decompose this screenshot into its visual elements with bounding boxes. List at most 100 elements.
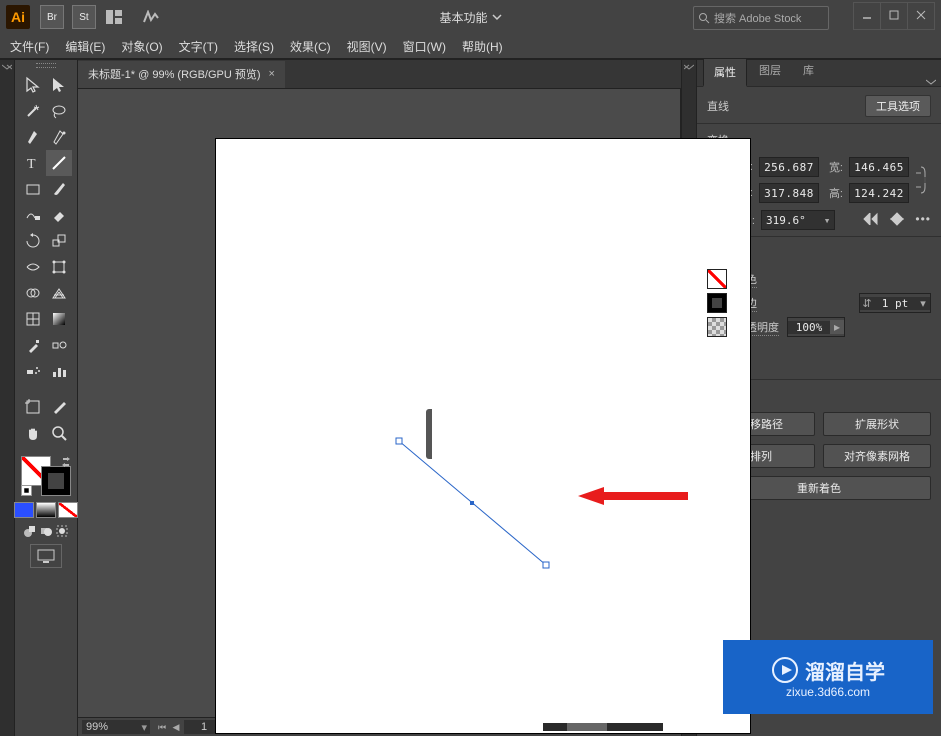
search-box[interactable]: 搜索 Adobe Stock xyxy=(693,6,829,30)
scale-tool[interactable] xyxy=(46,228,72,254)
curvature-tool[interactable] xyxy=(46,124,72,150)
chevron-down-icon[interactable]: ▾ xyxy=(820,214,834,227)
gradient-tool[interactable] xyxy=(46,306,72,332)
workspace-label: 基本功能 xyxy=(439,9,487,26)
stepper-icon[interactable]: ⇵ xyxy=(860,297,874,310)
opacity-field[interactable]: 100% ▸ xyxy=(787,317,845,337)
left-panel-collapse[interactable] xyxy=(0,60,14,736)
menu-window[interactable]: 窗口(W) xyxy=(403,38,446,55)
eyedropper-tool[interactable] xyxy=(20,332,46,358)
eraser-tool[interactable] xyxy=(46,202,72,228)
hand-tool[interactable] xyxy=(20,420,46,446)
menu-edit[interactable]: 编辑(E) xyxy=(65,38,105,55)
link-wh-icon[interactable] xyxy=(913,165,929,195)
align-pixels-button[interactable]: 对齐像素网格 xyxy=(823,444,931,468)
more-options-icon[interactable]: ••• xyxy=(915,212,931,229)
pen-tool[interactable] xyxy=(20,124,46,150)
panel-menu-icon[interactable] xyxy=(921,78,941,86)
workspace-switcher[interactable]: 基本功能 xyxy=(433,5,507,29)
gpu-icon[interactable] xyxy=(140,6,162,28)
window-controls xyxy=(853,2,935,30)
line-segment-tool[interactable] xyxy=(46,150,72,176)
swap-fill-stroke-icon[interactable] xyxy=(61,456,71,466)
width-field[interactable]: 146.465 xyxy=(849,157,909,177)
stock-icon[interactable]: St xyxy=(72,5,96,29)
chevron-right-icon[interactable]: ▸ xyxy=(830,320,844,334)
tab-layers[interactable]: 图层 xyxy=(749,57,791,86)
draw-normal-icon[interactable] xyxy=(23,524,37,538)
color-mode-solid[interactable] xyxy=(14,502,34,518)
height-field[interactable]: 124.242 xyxy=(849,183,909,203)
zoom-field[interactable]: 99% ▾ xyxy=(82,720,150,734)
direct-selection-tool[interactable] xyxy=(46,72,72,98)
blend-tool[interactable] xyxy=(46,332,72,358)
zoom-tool[interactable] xyxy=(46,420,72,446)
color-mode-gradient[interactable] xyxy=(36,502,56,518)
rectangle-tool[interactable] xyxy=(20,176,46,202)
draw-behind-icon[interactable] xyxy=(39,524,53,538)
width-tool[interactable] xyxy=(20,254,46,280)
default-fill-stroke-icon[interactable] xyxy=(21,485,32,496)
fill-stroke-indicator[interactable] xyxy=(21,456,71,496)
canvas-viewport[interactable] xyxy=(78,89,681,717)
scroll-thumb[interactable] xyxy=(567,723,607,731)
shape-builder-tool[interactable] xyxy=(20,280,46,306)
x-field[interactable]: 256.687 xyxy=(759,157,819,177)
menu-file[interactable]: 文件(F) xyxy=(10,38,49,55)
draw-mode-row xyxy=(23,524,69,538)
panel-grip[interactable] xyxy=(26,62,66,68)
color-mode-none[interactable] xyxy=(58,502,78,518)
tab-properties[interactable]: 属性 xyxy=(703,58,747,87)
search-icon xyxy=(698,12,710,24)
artboard-tool[interactable] xyxy=(20,394,46,420)
slice-tool[interactable] xyxy=(46,394,72,420)
flip-horizontal-icon[interactable] xyxy=(863,212,879,229)
draw-inside-icon[interactable] xyxy=(55,524,69,538)
svg-text:T: T xyxy=(27,157,36,172)
symbol-sprayer-tool[interactable] xyxy=(20,358,46,384)
menu-effect[interactable]: 效果(C) xyxy=(290,38,331,55)
close-button[interactable] xyxy=(908,3,934,27)
free-transform-tool[interactable] xyxy=(46,254,72,280)
document-tab[interactable]: 未标题-1* @ 99% (RGB/GPU 预览) × xyxy=(78,61,285,88)
first-artboard-button[interactable]: ⏮ xyxy=(156,721,168,733)
stroke-swatch[interactable] xyxy=(41,466,71,496)
y-field[interactable]: 317.848 xyxy=(759,183,819,203)
rotate-field[interactable]: 319.6° ▾ xyxy=(761,210,835,230)
maximize-button[interactable] xyxy=(881,3,907,27)
tool-options-button[interactable]: 工具选项 xyxy=(865,95,931,117)
column-graph-tool[interactable] xyxy=(46,358,72,384)
type-tool[interactable]: T xyxy=(20,150,46,176)
magic-wand-tool[interactable] xyxy=(20,98,46,124)
lasso-tool[interactable] xyxy=(46,98,72,124)
stroke-weight-field[interactable]: ⇵ 1 pt ▾ xyxy=(859,293,931,313)
prev-artboard-button[interactable]: ◀ xyxy=(170,721,182,733)
screen-mode-button[interactable] xyxy=(30,544,62,568)
selection-tool[interactable] xyxy=(20,72,46,98)
mesh-tool[interactable] xyxy=(20,306,46,332)
arrange-docs-icon[interactable] xyxy=(104,6,126,28)
rotate-tool[interactable] xyxy=(20,228,46,254)
menu-type[interactable]: 文字(T) xyxy=(179,38,218,55)
tab-libraries[interactable]: 库 xyxy=(793,57,824,86)
menu-object[interactable]: 对象(O) xyxy=(121,38,162,55)
close-tab-icon[interactable]: × xyxy=(269,68,275,80)
expand-shape-button[interactable]: 扩展形状 xyxy=(823,412,931,436)
title-bar: Ai Br St 基本功能 搜索 Adobe Stock xyxy=(0,0,941,34)
minimize-button[interactable] xyxy=(854,3,880,27)
bridge-icon[interactable]: Br xyxy=(40,5,64,29)
flip-vertical-icon[interactable] xyxy=(889,212,905,229)
chevron-down-icon[interactable]: ▾ xyxy=(916,297,930,310)
menu-select[interactable]: 选择(S) xyxy=(234,38,274,55)
menu-view[interactable]: 视图(V) xyxy=(347,38,387,55)
opacity-swatch[interactable] xyxy=(707,317,727,337)
paintbrush-tool[interactable] xyxy=(46,176,72,202)
perspective-grid-tool[interactable] xyxy=(46,280,72,306)
chevron-down-icon: ▾ xyxy=(141,721,150,734)
stroke-swatch[interactable] xyxy=(707,293,727,313)
right-scroll-thumb[interactable] xyxy=(426,409,432,459)
menu-help[interactable]: 帮助(H) xyxy=(462,38,503,55)
artboard[interactable] xyxy=(216,139,750,733)
shaper-tool[interactable] xyxy=(20,202,46,228)
fill-swatch[interactable] xyxy=(707,269,727,289)
